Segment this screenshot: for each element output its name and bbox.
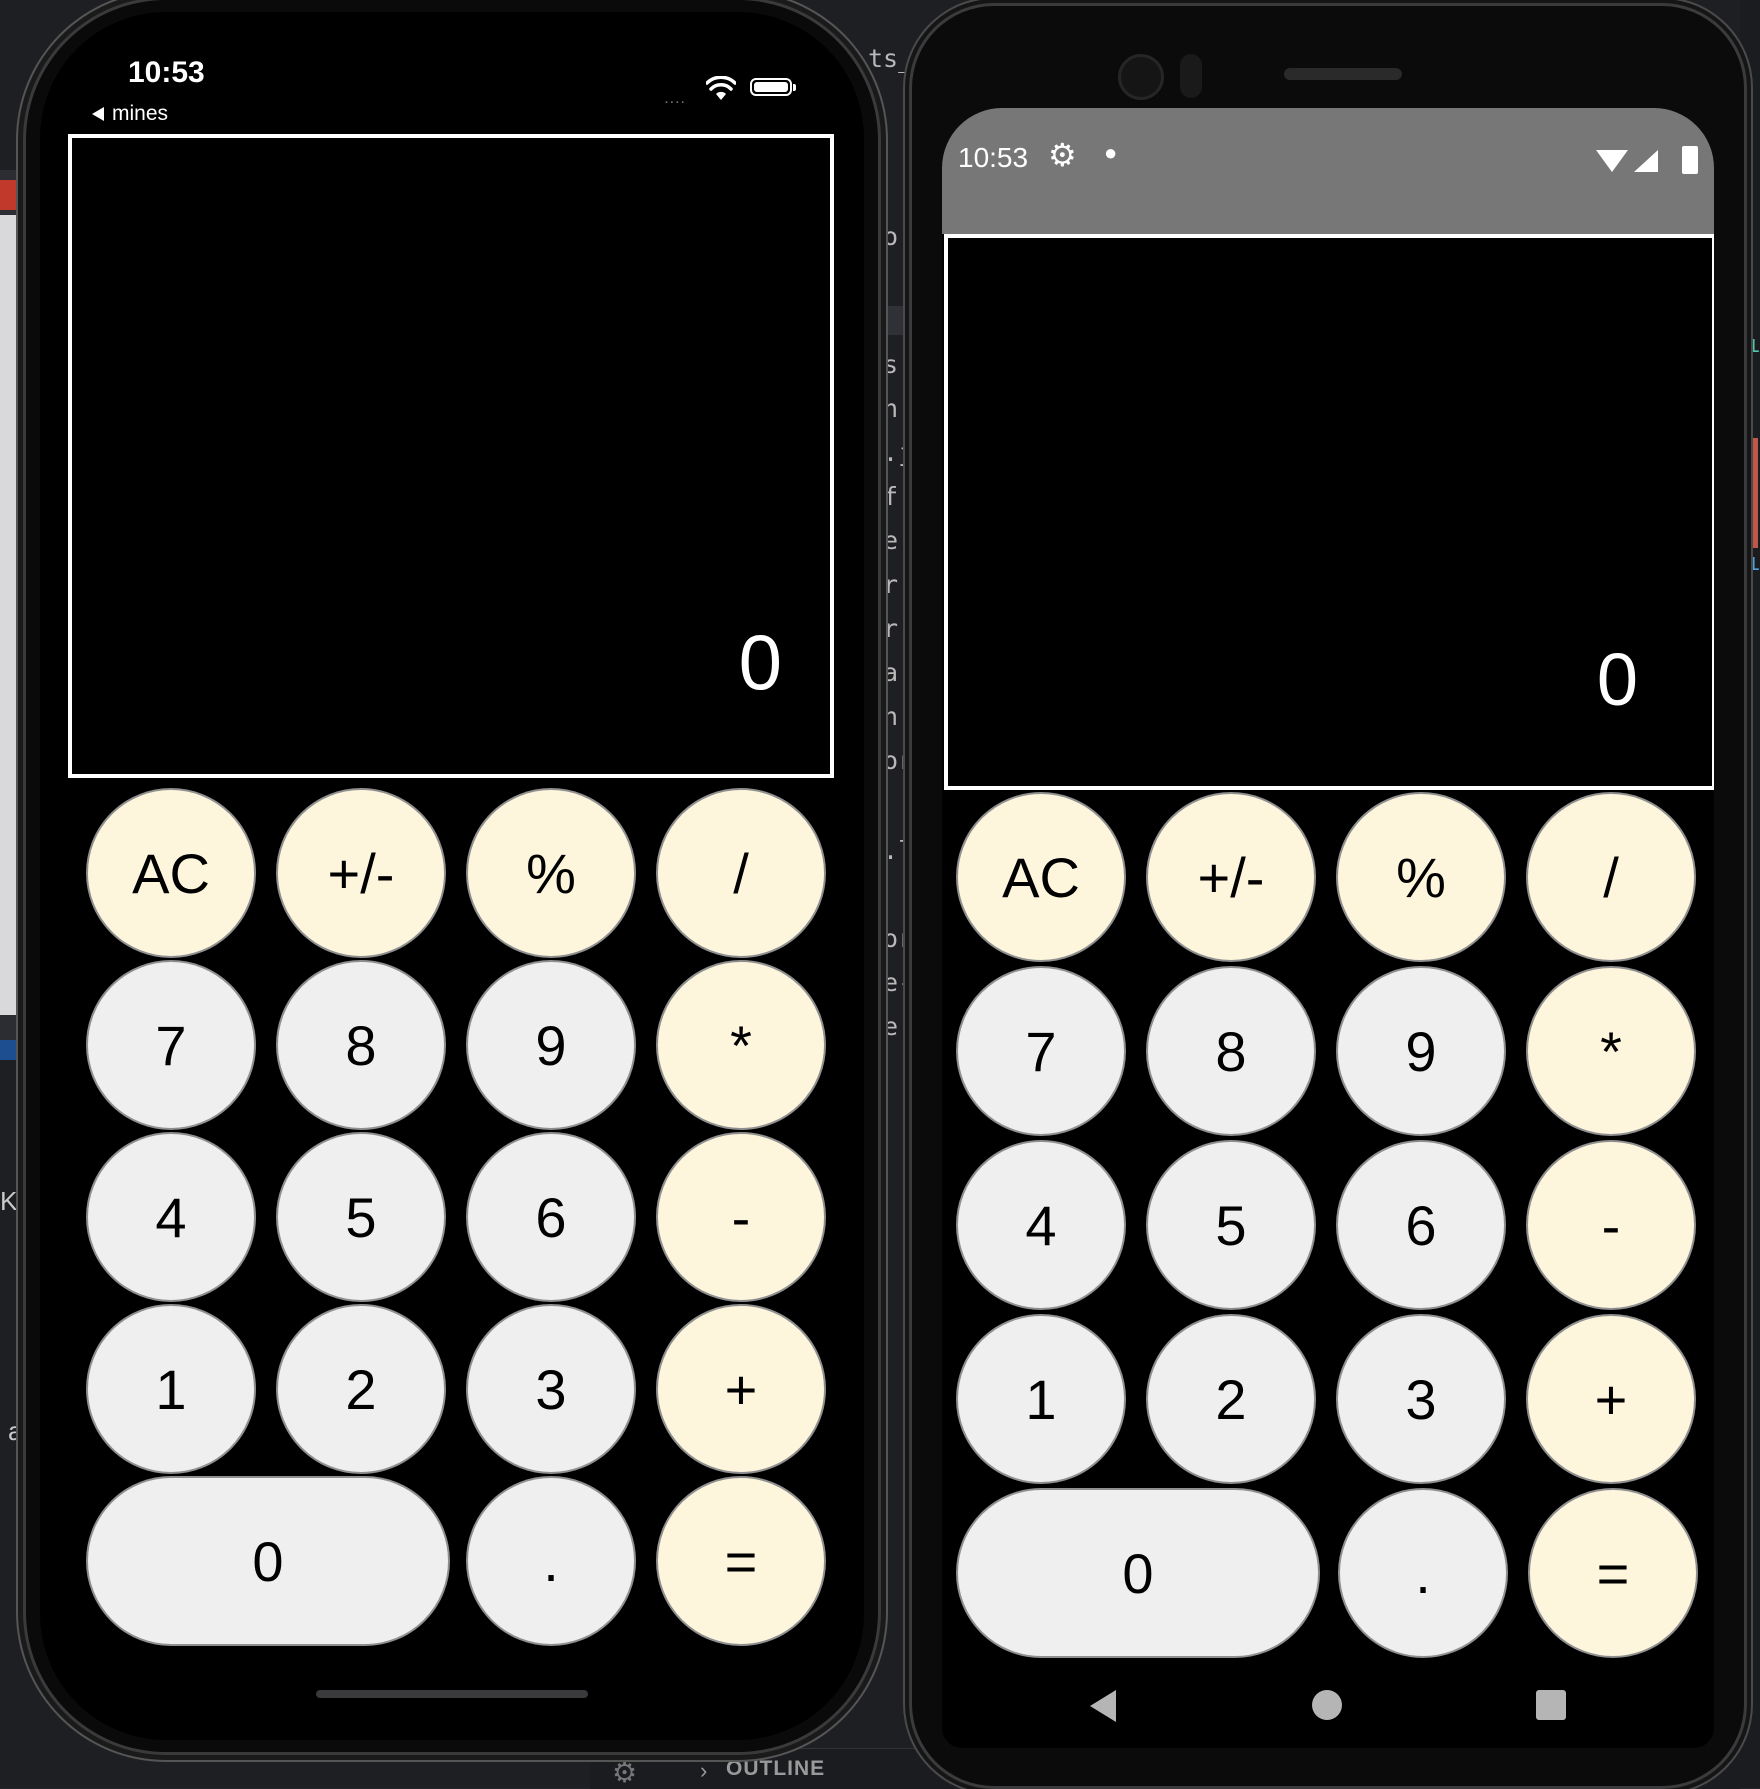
display-value: 0 [1596, 638, 1638, 721]
key-2[interactable]: 2 [1146, 1314, 1316, 1484]
key-decimal[interactable]: . [466, 1476, 636, 1646]
key-add[interactable]: + [1526, 1314, 1696, 1484]
gear-icon[interactable]: ⚙ [612, 1756, 637, 1789]
earpiece-speaker [1284, 68, 1402, 80]
key-7[interactable]: 7 [86, 960, 256, 1130]
android-status-bar: 10:53 ⚙ ● [942, 108, 1714, 234]
key-4[interactable]: 4 [86, 1132, 256, 1302]
key-divide[interactable]: / [656, 788, 826, 958]
key-8[interactable]: 8 [276, 960, 446, 1130]
key-3[interactable]: 3 [466, 1304, 636, 1474]
key-8[interactable]: 8 [1146, 966, 1316, 1136]
code-glyph: ıs [1746, 548, 1760, 576]
key-5[interactable]: 5 [276, 1132, 446, 1302]
key-1[interactable]: 1 [956, 1314, 1126, 1484]
code-marker [1746, 438, 1758, 548]
outline-label[interactable]: OUTLINE [726, 1757, 825, 1781]
android-screen: 10:53 ⚙ ● 0 AC +/- % / 7 8 9 * 4 5 6 - 1… [942, 108, 1714, 1748]
key-9[interactable]: 9 [1336, 966, 1506, 1136]
display-value: 0 [738, 618, 782, 706]
key-7[interactable]: 7 [956, 966, 1126, 1136]
background-text-a: a [8, 1416, 23, 1446]
key-equals[interactable]: = [656, 1476, 826, 1646]
nav-recents-icon[interactable] [1536, 1690, 1566, 1720]
key-multiply[interactable]: * [1526, 966, 1696, 1136]
nav-back-icon[interactable] [1090, 1690, 1116, 1722]
key-ac[interactable]: AC [956, 792, 1126, 962]
key-plus-minus[interactable]: +/- [276, 788, 446, 958]
key-divide[interactable]: / [1526, 792, 1696, 962]
ios-screen: 10:53 mines .... 0 AC +/- % / 7 8 9 * 4 … [40, 12, 864, 1740]
front-camera [1118, 54, 1164, 100]
key-6[interactable]: 6 [1336, 1140, 1506, 1310]
chevron-right-icon[interactable]: › [700, 1758, 707, 1784]
calculator-display: 0 [68, 134, 834, 778]
android-status-time: 10:53 [958, 142, 1029, 173]
settings-gear-icon: ⚙ [1048, 137, 1077, 173]
key-1[interactable]: 1 [86, 1304, 256, 1474]
key-subtract[interactable]: - [1526, 1140, 1696, 1310]
battery-icon [750, 78, 796, 96]
ios-status-time: 10:53 [128, 56, 205, 89]
key-5[interactable]: 5 [1146, 1140, 1316, 1310]
code-line: ts__ [868, 44, 918, 73]
key-equals[interactable]: = [1528, 1488, 1698, 1658]
key-plus-minus[interactable]: +/- [1146, 792, 1316, 962]
key-percent[interactable]: % [1336, 792, 1506, 962]
key-4[interactable]: 4 [956, 1140, 1126, 1310]
ios-back-to-app[interactable]: mines [92, 102, 168, 126]
key-ac[interactable]: AC [86, 788, 256, 958]
ios-home-indicator[interactable] [316, 1690, 588, 1698]
wifi-icon [706, 76, 736, 100]
key-add[interactable]: + [656, 1304, 826, 1474]
notification-dot-icon: ● [1104, 140, 1118, 165]
key-2[interactable]: 2 [276, 1304, 446, 1474]
wifi-icon [1596, 150, 1628, 172]
key-6[interactable]: 6 [466, 1132, 636, 1302]
calculator-display: 0 [944, 234, 1714, 790]
proximity-sensor [1180, 54, 1202, 98]
key-3[interactable]: 3 [1336, 1314, 1506, 1484]
background-window-content [0, 215, 26, 1015]
cell-signal-icon [1634, 150, 1658, 172]
android-emulator-device: 10:53 ⚙ ● 0 AC +/- % / 7 8 9 * 4 5 6 - 1… [912, 6, 1744, 1786]
key-0[interactable]: 0 [86, 1476, 450, 1646]
ios-back-label: mines [112, 102, 169, 125]
signal-dots-icon: .... [664, 90, 686, 107]
key-0[interactable]: 0 [956, 1488, 1320, 1658]
key-9[interactable]: 9 [466, 960, 636, 1130]
background-window-tab [0, 180, 26, 210]
ios-status-icons: .... [612, 72, 796, 107]
key-percent[interactable]: % [466, 788, 636, 958]
back-arrow-icon [92, 107, 104, 122]
key-subtract[interactable]: - [656, 1132, 826, 1302]
key-decimal[interactable]: . [1338, 1488, 1508, 1658]
ios-simulator-device: 10:53 mines .... 0 AC +/- % / 7 8 9 * 4 … [26, 0, 878, 1752]
key-multiply[interactable]: * [656, 960, 826, 1130]
battery-icon [1682, 146, 1698, 174]
background-window-badge [0, 1040, 22, 1060]
android-navigation-bar [942, 1668, 1714, 1748]
code-glyph: ıt [1746, 330, 1760, 358]
nav-home-icon[interactable] [1312, 1690, 1342, 1720]
